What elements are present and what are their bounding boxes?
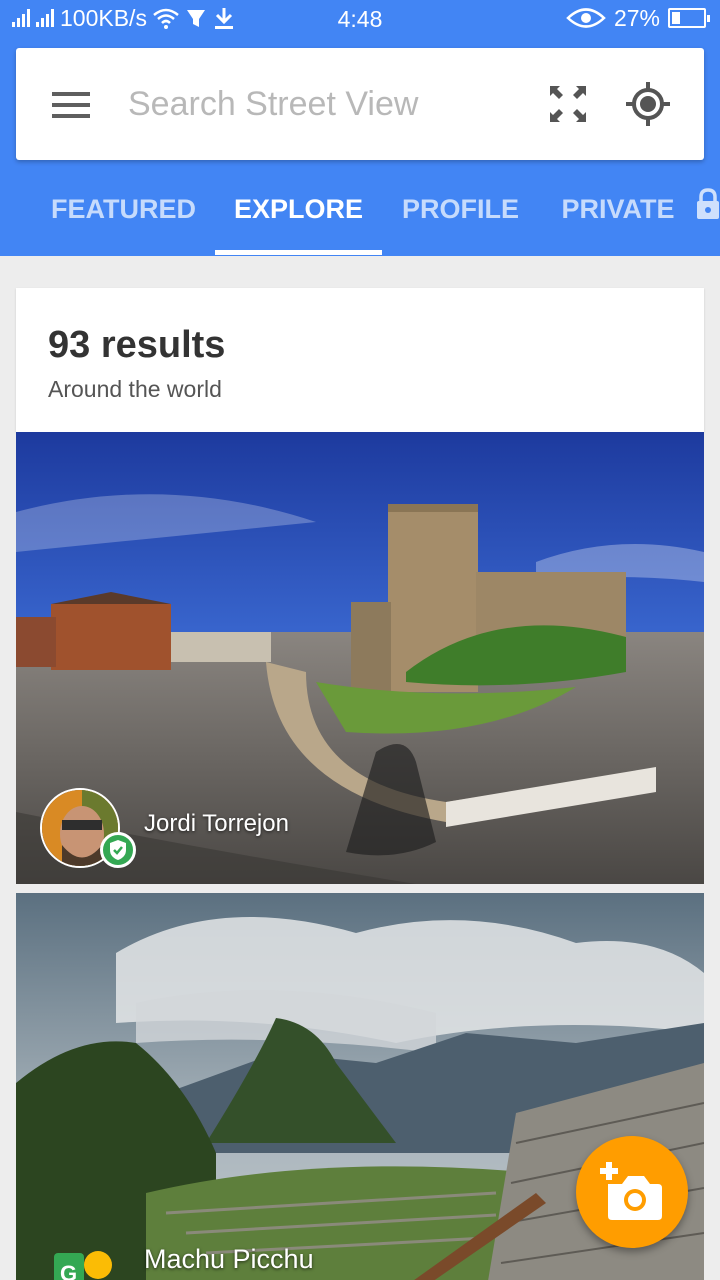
results-count: 93 results: [48, 324, 226, 366]
tab-featured[interactable]: FEATURED: [36, 170, 211, 256]
results-header: 93 results Around the world: [16, 288, 704, 432]
search-input[interactable]: [128, 74, 528, 134]
add-photo-button[interactable]: [576, 1136, 688, 1248]
active-tab-indicator: [215, 250, 382, 255]
photo-place-name: Machu Picchu: [144, 1244, 314, 1274]
results-subtitle: Around the world: [48, 376, 222, 402]
photo-author-name: Jordi Torrejon: [144, 810, 289, 837]
tab-explore[interactable]: EXPLORE: [215, 170, 382, 256]
add-photo-icon: [600, 1162, 662, 1220]
hamburger-menu-icon[interactable]: [52, 92, 90, 118]
fullscreen-icon[interactable]: [548, 84, 588, 124]
tab-private[interactable]: PRIVATE: [548, 170, 688, 256]
photo-card[interactable]: Jordi Torrejon: [16, 432, 704, 884]
verified-badge: [100, 832, 136, 868]
search-bar: [16, 48, 704, 160]
battery-icon: [668, 8, 710, 28]
status-bar: 100KB/s 4:48 27%: [0, 0, 720, 36]
eye-icon: [566, 8, 606, 28]
svg-text:G: G: [60, 1261, 77, 1280]
google-guide-badge-icon: G: [54, 1251, 112, 1280]
lock-icon: [697, 188, 719, 219]
castle-panorama-image: [16, 432, 704, 884]
battery-percent: 27%: [613, 4, 660, 31]
my-location-icon[interactable]: [625, 81, 671, 127]
tab-profile[interactable]: PROFILE: [392, 170, 529, 256]
tab-bar: FEATURED EXPLORE PROFILE PRIVATE: [0, 170, 720, 256]
